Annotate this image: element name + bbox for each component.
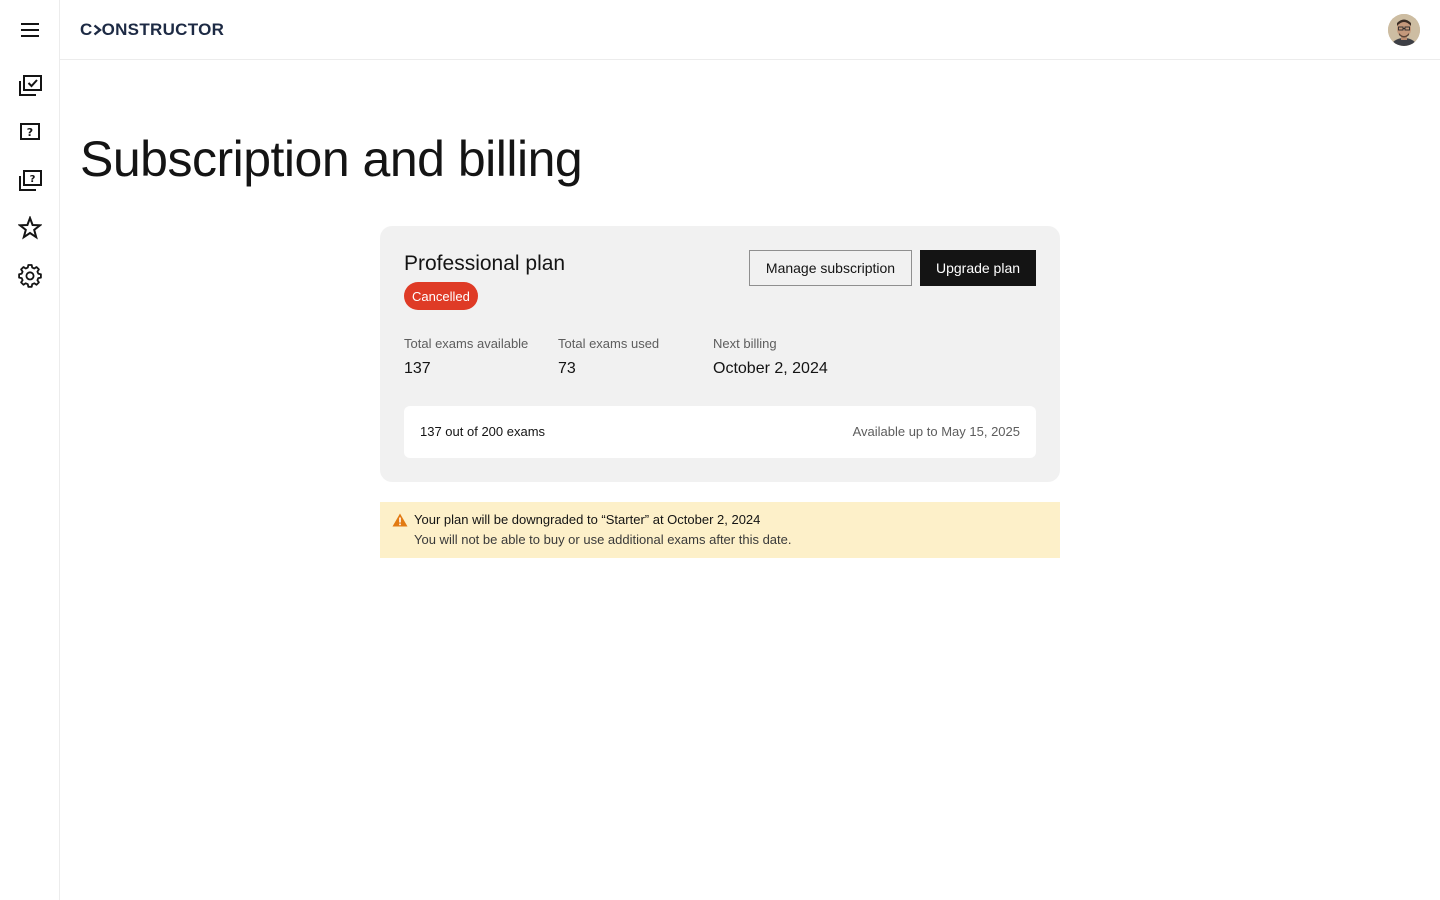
plan-name: Professional plan — [404, 252, 566, 275]
gear-icon — [18, 264, 42, 288]
manage-subscription-button[interactable]: Manage subscription — [749, 250, 912, 286]
stat-value: 137 — [404, 360, 431, 377]
top-bar: C ONSTRUCTOR — [60, 0, 1440, 60]
upgrade-plan-button[interactable]: Upgrade plan — [920, 250, 1036, 286]
stat-label: Total exams used — [558, 336, 660, 351]
usage-count: 137 out of 200 exams — [420, 424, 546, 439]
logo-chevron-icon — [93, 24, 102, 36]
stat-total-available: Total exams available 137 — [404, 336, 528, 378]
warning-title: Your plan will be downgraded to “Starter… — [414, 512, 761, 527]
sidebar-item-question-card[interactable]: ? — [16, 118, 44, 146]
svg-text:?: ? — [30, 174, 36, 185]
warning-message: You will not be able to buy or use addit… — [414, 532, 792, 547]
warning-triangle-icon — [392, 513, 408, 527]
downgrade-warning-banner: Your plan will be downgraded to “Starter… — [380, 502, 1060, 558]
sidebar-item-question-stack[interactable]: ? — [16, 167, 44, 195]
question-cards-stack-icon: ? — [19, 170, 42, 191]
logo-prefix: C — [80, 20, 93, 39]
question-card-icon: ? — [20, 123, 40, 140]
stat-label: Total exams available — [404, 336, 529, 351]
stat-value: October 2, 2024 — [713, 360, 828, 377]
svg-text:?: ? — [27, 126, 33, 139]
stat-next-billing: Next billing October 2, 2024 — [713, 336, 828, 378]
status-badge: Cancelled — [404, 282, 478, 310]
user-avatar[interactable] — [1388, 14, 1420, 46]
sidebar-item-favorites[interactable] — [16, 214, 44, 242]
page-title: Subscription and billing — [80, 131, 583, 187]
constructor-logo[interactable]: C ONSTRUCTOR — [80, 20, 224, 40]
stat-value: 73 — [558, 360, 576, 377]
usage-expiry: Available up to May 15, 2025 — [852, 424, 1020, 439]
star-icon — [18, 216, 42, 240]
sidebar-item-checked-cards[interactable] — [16, 72, 44, 100]
stat-label: Next billing — [713, 336, 777, 351]
hamburger-menu-icon[interactable] — [18, 19, 42, 41]
checked-cards-icon — [19, 75, 42, 96]
sidebar: ? ? — [0, 0, 60, 900]
logo-suffix: ONSTRUCTOR — [101, 20, 225, 39]
usage-panel: 137 out of 200 exams Available up to May… — [404, 406, 1036, 458]
plan-card: Professional plan Cancelled Manage subsc… — [380, 226, 1060, 482]
stat-total-used: Total exams used 73 — [558, 336, 659, 378]
sidebar-item-settings[interactable] — [16, 262, 44, 290]
